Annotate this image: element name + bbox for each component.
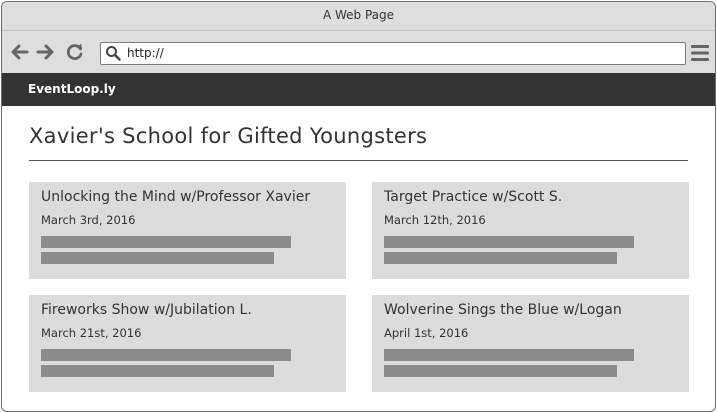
brand-link[interactable]: EventLoop.ly	[28, 73, 116, 106]
event-card[interactable]: Wolverine Sings the Blue w/Logan April 1…	[372, 295, 689, 392]
placeholder-text-line	[384, 252, 617, 264]
search-icon	[105, 45, 121, 61]
event-card[interactable]: Fireworks Show w/Jubilation L. March 21s…	[29, 295, 346, 392]
event-title[interactable]: Wolverine Sings the Blue w/Logan	[384, 302, 622, 318]
event-date: March 12th, 2016	[384, 213, 486, 227]
event-title[interactable]: Target Practice w/Scott S.	[384, 189, 562, 205]
event-date: March 3rd, 2016	[41, 213, 136, 227]
placeholder-text-line	[41, 349, 291, 361]
window-title: A Web Page	[322, 8, 395, 22]
address-bar-url[interactable]: http://	[127, 43, 164, 64]
window-titlebar: A Web Page	[2, 2, 715, 30]
site-navbar: EventLoop.ly	[2, 73, 715, 106]
back-arrow-icon[interactable]	[10, 42, 30, 62]
placeholder-text-line	[384, 236, 634, 248]
placeholder-text-line	[41, 252, 274, 264]
event-card[interactable]: Unlocking the Mind w/Professor Xavier Ma…	[29, 182, 346, 279]
placeholder-text-line	[41, 236, 291, 248]
placeholder-text-line	[384, 365, 617, 377]
event-title[interactable]: Unlocking the Mind w/Professor Xavier	[41, 189, 310, 205]
browser-toolbar: http://	[2, 30, 715, 74]
event-date: April 1st, 2016	[384, 326, 469, 340]
event-card[interactable]: Target Practice w/Scott S. March 12th, 2…	[372, 182, 689, 279]
page-title: Xavier's School for Gifted Youngsters	[29, 124, 428, 148]
page-content: Xavier's School for Gifted Youngsters Un…	[2, 106, 715, 411]
refresh-icon[interactable]	[65, 42, 85, 62]
event-date: March 21st, 2016	[41, 326, 142, 340]
address-bar[interactable]: http://	[100, 42, 686, 65]
placeholder-text-line	[41, 365, 274, 377]
hamburger-menu-icon[interactable]	[691, 44, 709, 62]
forward-arrow-icon[interactable]	[35, 42, 55, 62]
browser-window: A Web Page http:// EventLoop.ly Xavier's…	[1, 1, 716, 412]
title-divider	[29, 160, 688, 161]
placeholder-text-line	[384, 349, 634, 361]
event-title[interactable]: Fireworks Show w/Jubilation L.	[41, 302, 252, 318]
